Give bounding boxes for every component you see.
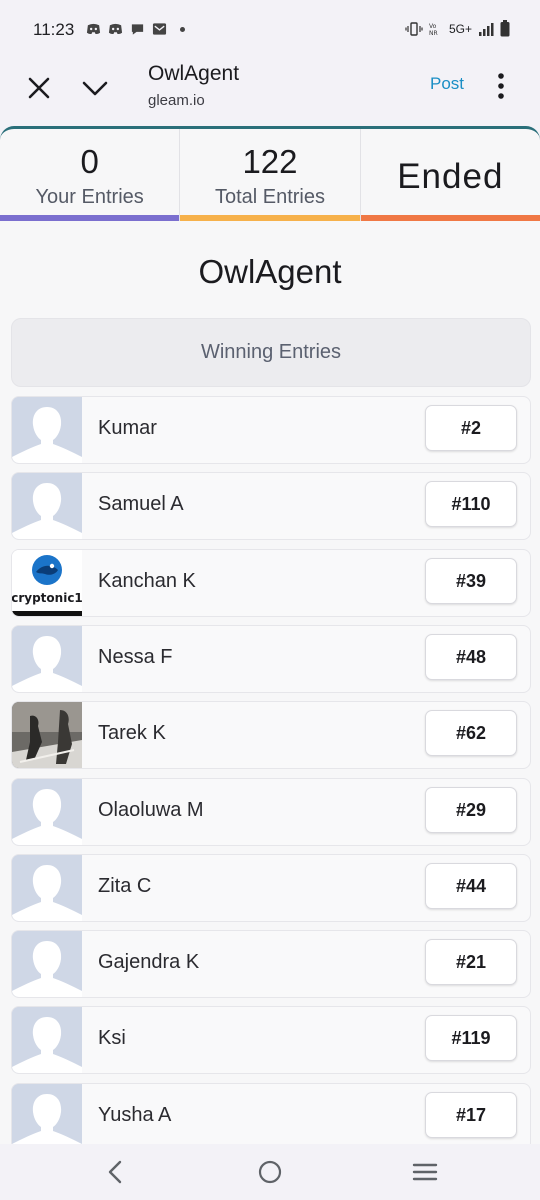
svg-text:cryptonic1: cryptonic1 <box>12 591 82 605</box>
winner-row: Yusha A #17 <box>11 1082 531 1147</box>
total-entries-count: 122 <box>242 143 298 180</box>
status-bar: 11:23 Vo NR 5G+ <box>0 0 540 60</box>
winner-row: Gajendra K #21 <box>11 930 531 999</box>
network-type: 5G+ <box>448 21 472 36</box>
back-icon[interactable] <box>104 1160 126 1184</box>
entry-stats: 0 Your Entries 122 Total Entries Ended <box>0 129 540 227</box>
default-avatar-icon <box>12 1083 82 1147</box>
post-button[interactable]: Post <box>430 74 464 94</box>
total-entries-bar <box>180 215 361 221</box>
default-avatar-icon <box>12 854 82 921</box>
entry-number-badge: #21 <box>425 939 517 986</box>
winner-name: Tarek K <box>98 722 166 745</box>
winner-row: cryptonic1 Kanchan K #39 <box>11 548 531 617</box>
chevron-down-icon[interactable] <box>80 73 110 103</box>
stat-status: Ended <box>359 129 540 221</box>
battery-icon <box>500 20 510 37</box>
cryptonic-logo-avatar: cryptonic1 <box>12 549 82 616</box>
default-avatar-icon <box>12 473 82 540</box>
total-entries-label: Total Entries <box>214 186 326 208</box>
status-bar-accent <box>360 215 540 221</box>
discord-icon <box>86 23 101 34</box>
winner-name: Gajendra K <box>98 951 200 974</box>
photo-avatar <box>12 702 82 769</box>
default-avatar-icon <box>12 625 82 692</box>
status-right: Vo NR 5G+ <box>405 20 510 37</box>
default-avatar-icon <box>12 397 82 463</box>
volte-icon: VoNR <box>429 23 438 36</box>
default-avatar-icon <box>12 778 82 845</box>
entry-number-badge: #2 <box>425 405 517 451</box>
entry-number-badge: #110 <box>425 481 517 528</box>
page-domain: gleam.io <box>148 92 205 109</box>
winner-name: Yusha A <box>98 1103 172 1126</box>
status-time: 11:23 <box>33 20 75 39</box>
system-nav-bar <box>0 1144 540 1200</box>
winner-row: Kumar #2 <box>11 396 531 464</box>
home-icon[interactable] <box>258 1160 282 1184</box>
winner-name: Olaoluwa M <box>98 798 204 821</box>
your-entries-bar <box>0 215 180 221</box>
recents-icon[interactable] <box>412 1162 438 1182</box>
winner-row: Samuel A #110 <box>11 472 531 541</box>
winner-row: Ksi #119 <box>11 1006 531 1075</box>
your-entries-label: Your Entries <box>35 186 144 208</box>
signal-icon <box>479 22 494 36</box>
your-entries-count: 0 <box>80 143 99 180</box>
more-options-icon[interactable] <box>491 68 511 104</box>
winning-entries-header: Winning Entries <box>11 318 531 387</box>
discord-icon <box>108 23 123 34</box>
svg-text:Vo: Vo <box>429 23 437 30</box>
page-title: OwlAgent <box>148 62 240 85</box>
entry-number-badge: #44 <box>425 862 517 909</box>
competition-title: OwlAgent <box>198 253 342 290</box>
notification-icons <box>86 22 185 36</box>
winner-row: Nessa F #48 <box>11 624 531 693</box>
svg-text:NR: NR <box>429 30 438 36</box>
winner-name: Nessa F <box>98 645 173 668</box>
browser-app-bar: OwlAgent gleam.io Post <box>0 60 540 126</box>
entry-number-badge: #39 <box>425 557 517 604</box>
default-avatar-icon <box>12 1007 82 1074</box>
more-notifications-dot <box>180 26 185 32</box>
winner-name: Zita C <box>98 874 152 897</box>
entry-number-badge: #17 <box>425 1091 517 1138</box>
winner-name: Kanchan K <box>98 569 196 592</box>
stat-total-entries: 122 Total Entries <box>179 129 361 221</box>
vibrate-icon <box>405 21 423 36</box>
winner-name: Samuel A <box>98 493 184 516</box>
entry-number-badge: #48 <box>425 633 517 680</box>
stat-your-entries: 0 Your Entries <box>0 129 180 221</box>
winner-name: Ksi <box>98 1027 126 1050</box>
giveaway-card: 0 Your Entries 122 Total Entries Ended O… <box>0 126 540 1147</box>
winner-row: Tarek K #62 <box>11 701 531 770</box>
close-icon[interactable] <box>24 73 54 103</box>
winner-name: Kumar <box>98 417 157 439</box>
entry-number-badge: #62 <box>425 710 517 757</box>
winner-row: Olaoluwa M #29 <box>11 777 531 846</box>
entry-number-badge: #29 <box>425 786 517 833</box>
default-avatar-icon <box>12 931 82 998</box>
chat-bubble-icon <box>131 24 144 35</box>
winner-row: Zita C #44 <box>11 853 531 922</box>
entry-number-badge: #119 <box>425 1015 517 1062</box>
status-ended: Ended <box>397 157 504 196</box>
mail-icon <box>152 23 167 35</box>
